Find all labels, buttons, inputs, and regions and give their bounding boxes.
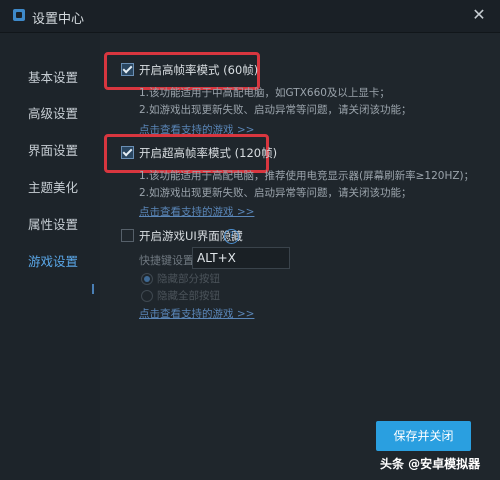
close-button[interactable]: ✕ <box>468 4 490 26</box>
shortcut-label: 快捷键设置 <box>139 254 194 267</box>
ui-hide-checkbox[interactable] <box>121 229 134 242</box>
high-fps-label: 开启高帧率模式 (60帧) <box>139 63 259 77</box>
sidebar-item-advanced[interactable]: 高级设置 <box>28 103 78 122</box>
ultra-fps-desc-2: 2.如游戏出现更新失败、启动异常等问题，请关闭该功能； <box>139 187 412 199</box>
sidebar-item-game[interactable]: 游戏设置 <box>28 251 78 270</box>
sidebar-nav: 基本设置 高级设置 界面设置 主题美化 属性设置 游戏设置 <box>0 33 100 480</box>
settings-window: 设置中心 ✕ 基本设置 高级设置 界面设置 主题美化 属性设置 游戏设置 开启高… <box>0 0 500 480</box>
app-logo-icon <box>13 9 25 21</box>
save-and-close-button[interactable]: 保存并关闭 <box>376 421 471 451</box>
ultra-fps-checkbox[interactable] <box>121 146 134 159</box>
high-fps-checkbox[interactable] <box>121 63 134 76</box>
hide-all-radio[interactable] <box>141 290 153 302</box>
high-fps-desc-1: 1.该功能适用于中高配电脑，如GTX660及以上显卡； <box>139 87 390 99</box>
sidebar-item-interface[interactable]: 界面设置 <box>28 140 78 159</box>
sidebar-item-theme[interactable]: 主题美化 <box>28 177 78 196</box>
hide-all-label: 隐藏全部按钮 <box>157 290 220 302</box>
ui-hide-supported-games-link[interactable]: 点击查看支持的游戏 >> <box>139 306 254 321</box>
shortcut-input[interactable]: ALT+X <box>192 247 290 269</box>
hide-partial-radio[interactable] <box>141 273 153 285</box>
watermark-text: 头条 @安卓模拟器 <box>380 457 481 471</box>
title-bar: 设置中心 ✕ <box>0 0 500 33</box>
sidebar-item-basic[interactable]: 基本设置 <box>28 67 78 86</box>
ultra-fps-supported-games-link[interactable]: 点击查看支持的游戏 >> <box>139 204 254 219</box>
high-fps-desc-2: 2.如游戏出现更新失败、启动异常等问题，请关闭该功能； <box>139 104 412 116</box>
active-indicator <box>92 284 94 294</box>
game-settings-panel: 开启高帧率模式 (60帧) 1.该功能适用于中高配电脑，如GTX660及以上显卡… <box>100 33 500 480</box>
hide-partial-label: 隐藏部分按钮 <box>157 273 220 285</box>
help-icon[interactable]: ? <box>224 229 239 244</box>
sidebar-item-properties[interactable]: 属性设置 <box>28 214 78 233</box>
ultra-fps-desc-1: 1.该功能适用于高配电脑，推荐使用电竞显示器(屏幕刷新率≥120HZ)； <box>139 170 475 182</box>
window-title: 设置中心 <box>32 12 85 27</box>
ultra-fps-label: 开启超高帧率模式 (120帧) <box>139 146 278 160</box>
